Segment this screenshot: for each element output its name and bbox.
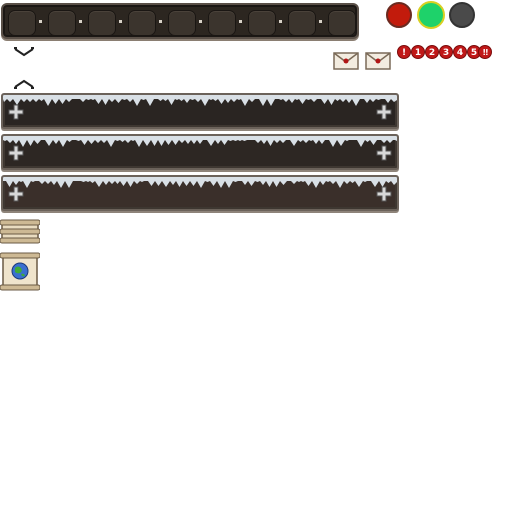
green-status-dot[interactable]	[417, 1, 445, 29]
hotbar-slot[interactable]	[128, 10, 156, 36]
slot-separator	[159, 20, 162, 23]
slot-separator	[239, 20, 242, 23]
chevron-down-icon[interactable]	[13, 46, 35, 58]
slot-separator	[319, 20, 322, 23]
chevron-up-icon[interactable]	[13, 78, 35, 90]
number-badge: 2	[425, 45, 439, 59]
envelope-icon[interactable]	[333, 51, 359, 70]
iron-cross-icon	[376, 186, 392, 202]
slot-separator	[199, 20, 202, 23]
red-status-dot[interactable]	[386, 2, 412, 28]
scroll-map-icon[interactable]	[0, 252, 40, 291]
grey-status-dot[interactable]	[449, 2, 475, 28]
snow-bar	[1, 134, 399, 170]
snow-bar	[1, 175, 399, 211]
hotbar-slot[interactable]	[208, 10, 236, 36]
hotbar-slot[interactable]	[48, 10, 76, 36]
number-badge: 4	[453, 45, 467, 59]
double-alert-badge: !!	[478, 45, 492, 59]
iron-cross-icon	[376, 145, 392, 161]
hotbar-slot[interactable]	[328, 10, 356, 36]
slot-separator	[279, 20, 282, 23]
number-badge: 1	[411, 45, 425, 59]
slot-separator	[39, 20, 42, 23]
iron-cross-icon	[8, 104, 24, 120]
hotbar-slot[interactable]	[168, 10, 196, 36]
snow-cap	[3, 136, 397, 147]
snow-bar	[1, 93, 399, 129]
iron-cross-icon	[376, 104, 392, 120]
iron-cross-icon	[8, 186, 24, 202]
scroll-closed-icon[interactable]	[0, 219, 40, 244]
hotbar	[1, 3, 359, 39]
alert-badge: !	[397, 45, 411, 59]
snow-cap	[3, 177, 397, 188]
number-badge: 3	[439, 45, 453, 59]
iron-cross-icon	[8, 145, 24, 161]
snow-cap	[3, 95, 397, 106]
slot-separator	[119, 20, 122, 23]
hotbar-slot[interactable]	[8, 10, 36, 36]
hotbar-slot[interactable]	[248, 10, 276, 36]
slot-separator	[79, 20, 82, 23]
hotbar-slot[interactable]	[88, 10, 116, 36]
envelope-icon[interactable]	[365, 51, 391, 70]
hotbar-slot[interactable]	[288, 10, 316, 36]
